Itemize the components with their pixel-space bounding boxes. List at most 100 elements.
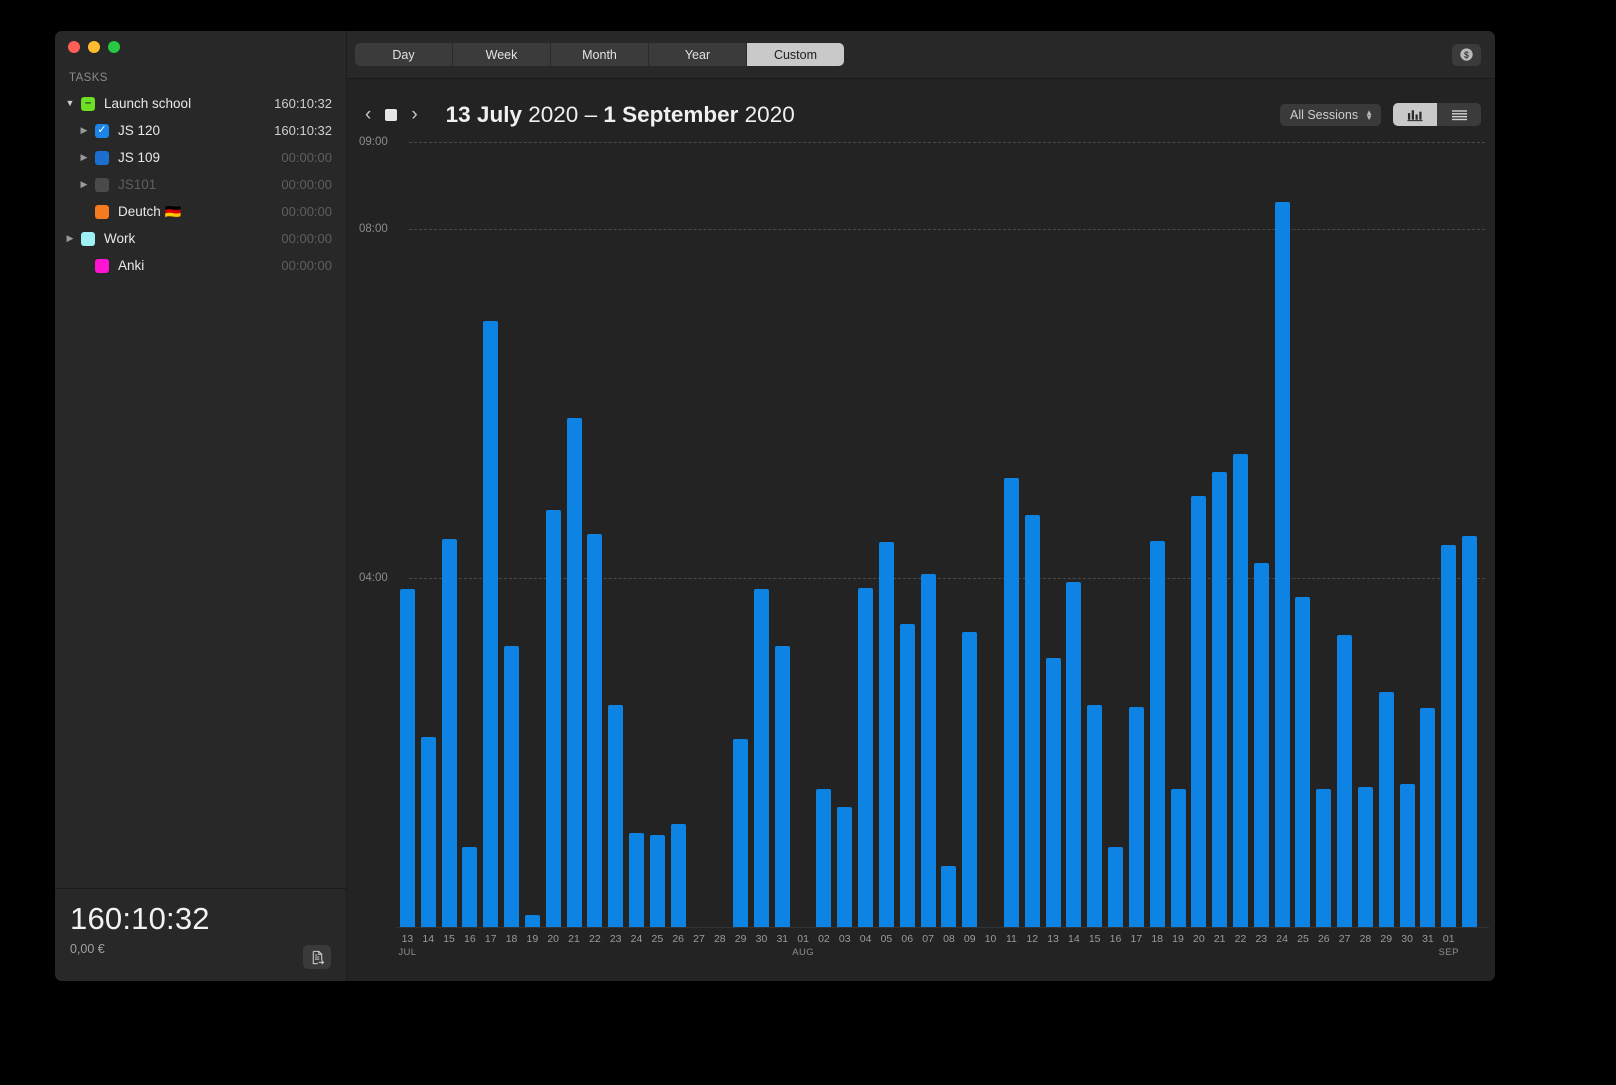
range-tab-custom[interactable]: Custom xyxy=(747,43,844,66)
chart-bar[interactable] xyxy=(1045,658,1061,927)
task-color-swatch[interactable] xyxy=(95,177,109,192)
date-range-title: 13 July 2020 – 1 September 2020 xyxy=(446,102,795,128)
chart-bar[interactable] xyxy=(1108,846,1124,927)
export-button[interactable] xyxy=(303,945,331,969)
task-row[interactable]: ▶ ✓ JS 120 160:10:32 xyxy=(55,117,346,144)
chart-bar[interactable] xyxy=(1420,708,1436,927)
task-row[interactable]: ▼ – Launch school 160:10:32 xyxy=(55,90,346,117)
task-color-swatch[interactable] xyxy=(81,231,95,246)
minimize-button[interactable] xyxy=(88,41,100,53)
disclosure-closed-icon[interactable]: ▶ xyxy=(78,126,90,135)
task-row[interactable]: ▶ JS101 00:00:00 xyxy=(55,171,346,198)
chart-bar[interactable] xyxy=(774,646,790,927)
chart-bar[interactable] xyxy=(1191,496,1207,927)
disclosure-closed-icon[interactable]: ▶ xyxy=(78,180,90,189)
zoom-button[interactable] xyxy=(108,41,120,53)
range-tab-month[interactable]: Month xyxy=(551,43,649,66)
chart-bar[interactable] xyxy=(1295,597,1311,927)
view-bar-chart-button[interactable] xyxy=(1393,103,1437,126)
chart-bar[interactable] xyxy=(1441,545,1457,927)
range-dash: – xyxy=(584,101,598,127)
task-color-swatch[interactable]: ✓ xyxy=(95,123,109,138)
chart-bar[interactable] xyxy=(524,914,540,927)
chart-bar[interactable] xyxy=(1170,789,1186,927)
x-axis-tick-label: 18 xyxy=(1151,933,1164,945)
chart-bar[interactable] xyxy=(1357,787,1373,927)
chart-bar[interactable] xyxy=(878,541,894,927)
task-color-swatch[interactable] xyxy=(95,204,109,219)
chart-bar[interactable] xyxy=(670,824,686,927)
chart-bar[interactable] xyxy=(920,573,936,927)
chart-bar[interactable] xyxy=(420,736,436,927)
sessions-filter-dropdown[interactable]: All Sessions ▲ ▼ xyxy=(1279,103,1381,126)
chart-bar[interactable] xyxy=(483,320,499,927)
chart-bar[interactable] xyxy=(962,632,978,927)
chart-bar[interactable] xyxy=(629,832,644,927)
task-row[interactable]: ▶ JS 109 00:00:00 xyxy=(55,144,346,171)
x-axis-tick-label: 27 xyxy=(1338,933,1351,945)
chart-bar[interactable] xyxy=(1232,454,1248,927)
x-axis-tick-label: 01 xyxy=(1442,933,1455,945)
chart-bar[interactable] xyxy=(941,865,957,927)
view-list-button[interactable] xyxy=(1437,103,1481,126)
range-segmented-control[interactable]: Day Week Month Year Custom xyxy=(355,43,844,66)
disclosure-open-icon[interactable]: ▼ xyxy=(64,99,76,108)
chart-bar[interactable] xyxy=(399,588,415,927)
money-toggle-button[interactable]: $ xyxy=(1452,43,1481,66)
chart-bar[interactable] xyxy=(1316,789,1332,927)
chart-bar[interactable] xyxy=(1462,536,1478,927)
close-button[interactable] xyxy=(68,41,80,53)
task-color-swatch[interactable] xyxy=(95,258,109,273)
chart-bar[interactable] xyxy=(1149,540,1165,927)
chart-bar[interactable] xyxy=(837,806,853,927)
chart-bar[interactable] xyxy=(1003,477,1019,927)
chart-bar[interactable] xyxy=(1378,691,1394,927)
stop-square-icon[interactable] xyxy=(385,108,398,121)
chart-bar[interactable] xyxy=(1024,515,1040,927)
chart-bar[interactable] xyxy=(899,624,915,927)
x-axis-tick-label: 29 xyxy=(1380,933,1393,945)
x-axis-tick-label: 19 xyxy=(526,933,539,945)
chart-bar[interactable] xyxy=(462,846,478,927)
chart-bar[interactable] xyxy=(1212,471,1228,927)
bar-chart-plot[interactable]: 04:00 08:00 09:00 13 14 15 16 17 18 19 20 21 22 23 24 2… xyxy=(347,136,1495,981)
x-axis-baseline xyxy=(397,927,1489,928)
task-row[interactable]: ▶Deutch 🇩🇪00:00:00 xyxy=(55,198,346,225)
chart-bar[interactable] xyxy=(1337,634,1353,927)
titlebar: Day Week Month Year Custom $ xyxy=(347,31,1495,79)
bar-chart-icon xyxy=(1406,109,1423,121)
chart-bar[interactable] xyxy=(1087,704,1103,927)
range-tab-week[interactable]: Week xyxy=(453,43,551,66)
chart-bar[interactable] xyxy=(858,587,874,927)
x-axis-tick-label: 17 xyxy=(484,933,497,945)
task-color-swatch[interactable] xyxy=(95,150,109,165)
range-tab-day[interactable]: Day xyxy=(355,43,453,66)
chevron-left-icon[interactable]: ‹ xyxy=(365,105,371,124)
chevron-right-icon[interactable]: › xyxy=(411,105,417,124)
chart-bar[interactable] xyxy=(753,588,769,927)
task-color-swatch[interactable]: – xyxy=(81,96,95,111)
chart-bar[interactable] xyxy=(733,738,749,927)
x-axis-tick-label: 09 xyxy=(963,933,976,945)
x-axis-month-label: SEP xyxy=(1438,947,1459,958)
disclosure-closed-icon[interactable]: ▶ xyxy=(64,234,76,243)
chart-bar[interactable] xyxy=(608,704,624,927)
range-tab-year[interactable]: Year xyxy=(649,43,747,66)
disclosure-closed-icon[interactable]: ▶ xyxy=(78,153,90,162)
chart-bar[interactable] xyxy=(649,835,665,927)
chart-bar[interactable] xyxy=(1066,581,1082,927)
chart-bar[interactable] xyxy=(1253,562,1269,927)
chart-bar[interactable] xyxy=(587,533,603,927)
chart-bar[interactable] xyxy=(504,646,520,927)
chart-bar[interactable] xyxy=(1274,201,1290,927)
task-row[interactable]: ▶ Work 00:00:00 xyxy=(55,225,346,252)
chart-bar[interactable] xyxy=(545,510,561,927)
chart-bar[interactable] xyxy=(816,789,832,927)
task-row[interactable]: ▶Anki00:00:00 xyxy=(55,252,346,279)
x-axis-tick-label: 22 xyxy=(589,933,601,945)
chart-bar[interactable] xyxy=(441,538,457,927)
chart-bar[interactable] xyxy=(1128,707,1144,927)
view-mode-toggle[interactable] xyxy=(1393,103,1481,126)
chart-bar[interactable] xyxy=(566,417,582,927)
chart-bar[interactable] xyxy=(1399,784,1415,927)
